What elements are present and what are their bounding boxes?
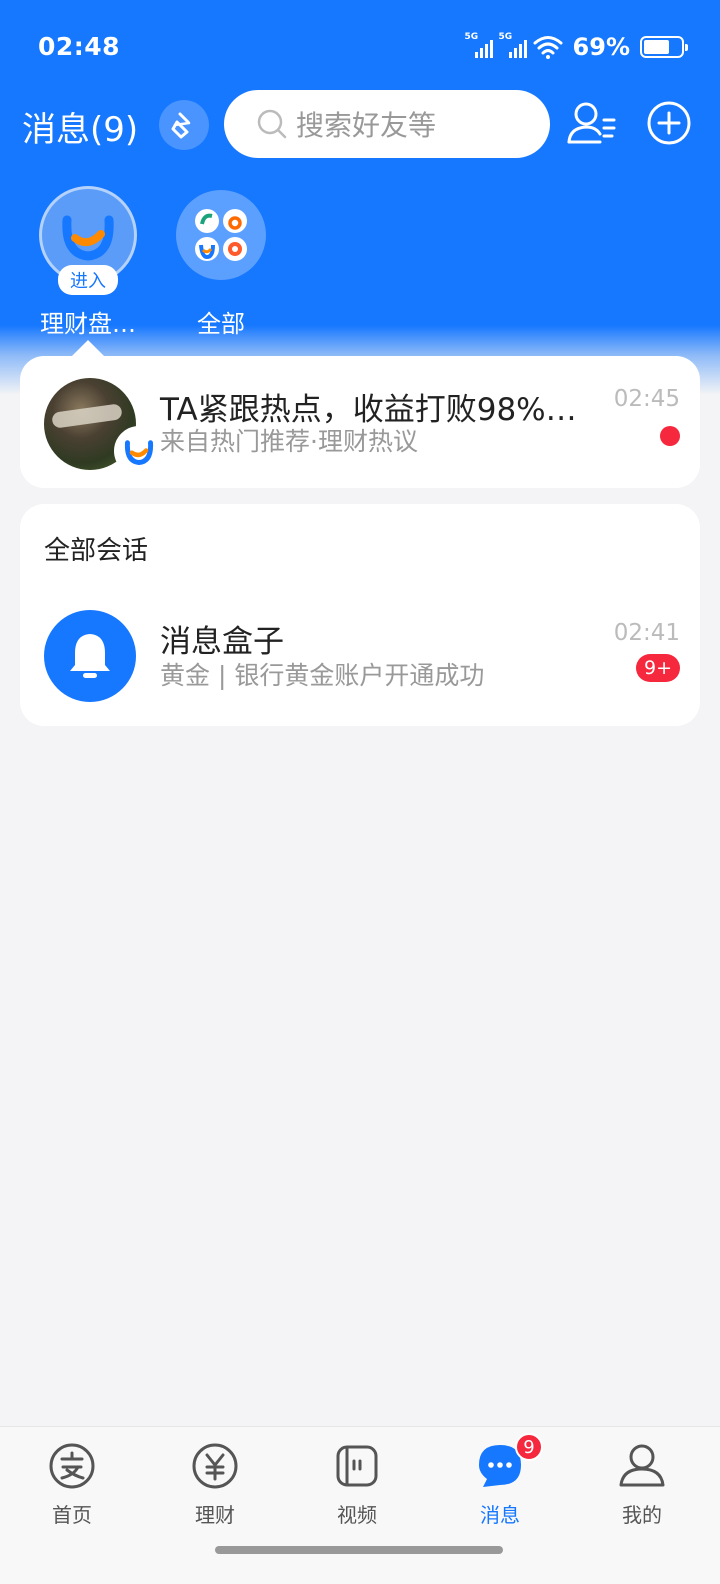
status-bar: 02:48 5G 5G 69% [0,0,720,96]
top-bar: 消息(9) 搜索好友等 [0,88,720,160]
unread-count-badge: 9+ [635,654,680,682]
conversation-time: 02:41 [613,620,680,646]
selection-caret [72,340,104,356]
message-subtitle: 来自热门推荐·理财热议 [160,427,418,456]
broom-icon [171,112,191,139]
tab-wealth[interactable]: 理财 [155,1441,275,1528]
battery-icon [640,36,688,58]
status-indicators: 5G 5G 69% [465,30,688,64]
shortcut-label: 全部 [197,310,245,338]
search-placeholder: 搜索好友等 [296,109,437,142]
bell-icon [70,634,110,678]
tab-label: 消息 [480,1503,520,1527]
search-input[interactable]: 搜索好友等 [224,90,550,158]
page-title: 消息(9) [22,110,139,150]
status-time: 02:48 [38,32,121,61]
wealth-smile-logo-icon [62,215,114,261]
signal-icon: 5G [499,32,527,60]
add-button[interactable] [646,100,692,146]
tab-messages[interactable]: 9 消息 [440,1433,560,1528]
yen-icon [192,1443,238,1489]
unread-dot [660,426,680,446]
tab-label: 视频 [337,1503,377,1527]
battery-percent: 69% [572,33,630,61]
user-icon [619,1444,665,1487]
clear-unread-button[interactable] [159,100,209,150]
tab-bar: 首页 理财 视频 9 消息 我的 [0,1426,720,1584]
section-title: 全部会话 [44,536,149,566]
message-box-avatar [44,610,136,702]
wifi-icon [533,36,563,59]
tab-me[interactable]: 我的 [582,1441,702,1528]
conversation-title: 消息盒子 [160,624,284,660]
contacts-icon [567,102,616,144]
conversation-item[interactable]: 消息盒子 黄金 | 银行黄金账户开通成功 02:41 9+ [20,594,700,718]
promo-message-card[interactable]: TA紧跟热点，收益打败98%… 来自热门推荐·理财热议 02:45 [20,356,700,488]
avatar [44,378,164,476]
app-grid-icon [195,209,247,261]
tab-label: 理财 [195,1503,235,1527]
search-icon [257,109,287,139]
shortcut-label: 理财盘… [40,310,136,338]
tab-badge: 9 [515,1433,543,1461]
tab-video[interactable]: 视频 [297,1441,417,1528]
conversations-card: 全部会话 消息盒子 黄金 | 银行黄金账户开通成功 02:41 9+ [20,504,700,726]
alipay-icon [49,1443,95,1489]
video-icon [336,1445,378,1487]
plus-circle-icon [647,101,691,145]
tab-home[interactable]: 首页 [12,1441,132,1528]
home-indicator[interactable] [215,1546,503,1554]
shortcut-avatar [176,190,266,280]
tab-label: 首页 [52,1503,92,1527]
tab-label: 我的 [622,1503,662,1527]
shortcut-wealth[interactable]: 进入 理财盘… [28,186,148,339]
contacts-button[interactable] [566,98,618,150]
shortcut-avatar: 进入 [39,186,137,295]
message-time: 02:45 [613,386,680,412]
wealth-logo-icon [114,426,164,476]
signal-icon: 5G [465,32,493,60]
shortcut-all[interactable]: 全部 [161,190,281,339]
enter-badge: 进入 [58,265,118,295]
conversation-subtitle: 黄金 | 银行黄金账户开通成功 [160,661,485,690]
